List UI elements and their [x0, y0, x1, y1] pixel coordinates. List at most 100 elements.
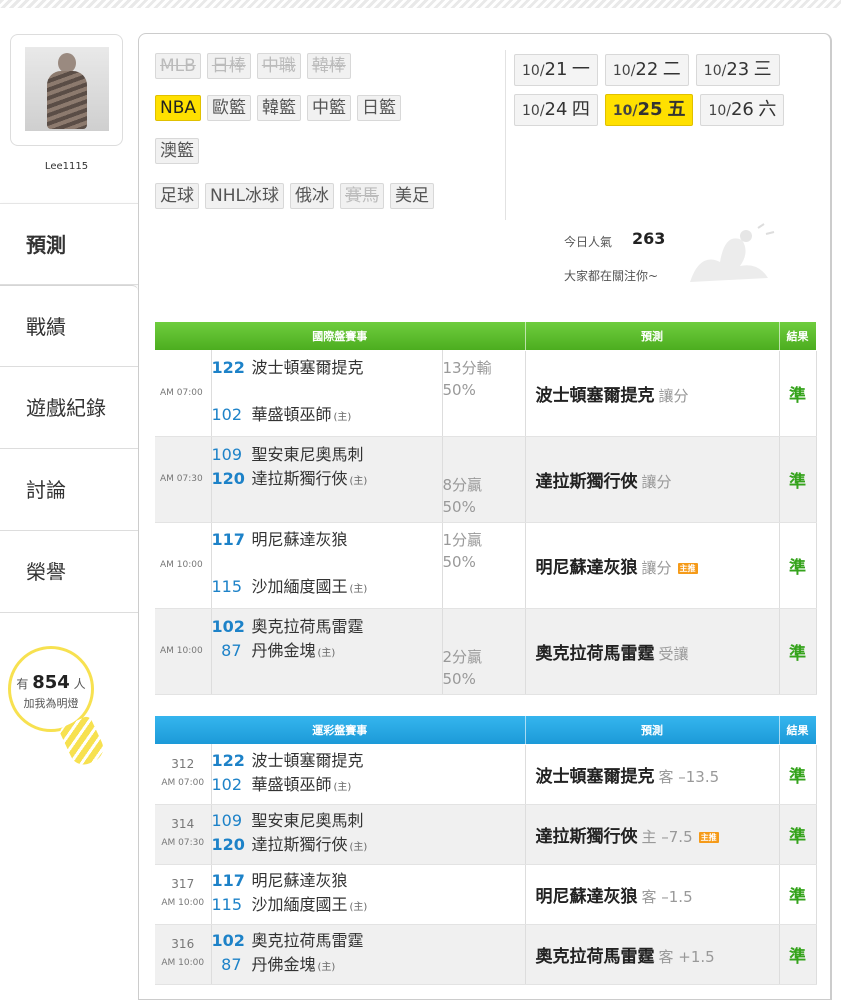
sport-american-football[interactable]: 美足	[389, 183, 434, 209]
sport-horse-racing: 賽馬	[339, 183, 384, 209]
sport-korea-baseball: 韓棒	[306, 53, 351, 79]
table-row[interactable]: AM 10:00 117 明尼蘇達灰狼 115 沙加緬度國王 (主) 1分贏 50% …	[155, 521, 817, 609]
nav-predict[interactable]: 預測	[0, 203, 138, 285]
home-team: 87 丹佛金塊 (主)	[221, 640, 336, 660]
game-number-time: 317 AM 10:00	[155, 863, 212, 925]
sport-nba[interactable]: NBA	[155, 95, 202, 121]
result-mark: 準	[779, 349, 817, 437]
featured-badge: 主推	[677, 562, 698, 574]
home-team: 115 沙加緬度國王 (主)	[211, 577, 368, 596]
sport-mlb: MLB	[155, 53, 201, 79]
prediction: 奧克拉荷馬雷霆 受讓	[525, 607, 780, 695]
away-team: 122 波士頓塞爾提克	[211, 358, 364, 377]
sport-china-basketball[interactable]: 中籃	[307, 95, 352, 121]
game-number-time: 314 AM 07:30	[155, 803, 212, 865]
sport-soccer[interactable]: 足球	[155, 183, 199, 209]
table-row[interactable]: 312 AM 07:00 122 波士頓塞爾提克 102 華盛頓巫師 (主) 波士頓塞爾…	[155, 743, 817, 805]
away-team: 102 奧克拉荷馬雷霆	[211, 930, 364, 950]
nav-game-log[interactable]: 遊戲紀錄	[0, 367, 138, 449]
sport-row-3: 澳籃	[155, 138, 199, 164]
table-row[interactable]: 314 AM 07:30 109 聖安東尼奧馬刺 120 達拉斯獨行俠 (主) 達拉斯獨…	[155, 803, 817, 865]
sport-row-4: 足球 NHL冰球 俄冰 賽馬 美足	[155, 183, 434, 209]
intl-table: 國際盤賽事 預測 結果 AM 07:00 122 波士頓塞爾提克 102 華盛頓巫師…	[155, 322, 817, 695]
featured-badge: 主推	[698, 831, 719, 843]
away-team: 109 聖安東尼奧馬刺	[211, 444, 364, 464]
result-mark: 準	[779, 435, 817, 523]
home-team: 115 沙加緬度國王 (主)	[211, 894, 368, 914]
fan-lightbulb[interactable]: 有 854 人 加我為明燈	[8, 646, 108, 770]
table-row[interactable]: 317 AM 10:00 117 明尼蘇達灰狼 115 沙加緬度國王 (主) 明尼蘇達灰…	[155, 863, 817, 925]
odds-percent: 50%	[442, 552, 476, 571]
table-row[interactable]: AM 07:30 109 聖安東尼奧馬刺 120 達拉斯獨行俠 (主) 8分贏 50%…	[155, 435, 817, 523]
lottery-header-games: 運彩盤賽事	[155, 716, 526, 744]
left-nav: 預測 戰績 遊戲紀錄 討論 榮譽	[0, 203, 138, 613]
sport-korea-basketball[interactable]: 韓籃	[257, 95, 302, 121]
date-1021[interactable]: 10/21 一	[514, 54, 598, 86]
popularity-label: 今日人氣	[564, 235, 613, 249]
prediction: 波士頓塞爾提克 讓分	[525, 349, 780, 437]
popularity-value: 263	[632, 229, 666, 248]
sport-russia-hockey[interactable]: 俄冰	[289, 183, 334, 209]
sport-japan-basketball[interactable]: 日籃	[357, 95, 402, 121]
intl-header-games: 國際盤賽事	[155, 322, 526, 350]
result-mark: 準	[779, 607, 817, 695]
date-row-1: 10/21 一 10/22 二 10/23 三	[514, 54, 780, 86]
date-1026[interactable]: 10/26 六	[700, 94, 785, 126]
fan-count: 854	[32, 672, 70, 693]
game-number-time: 312 AM 07:00	[155, 743, 212, 805]
sport-japan-baseball: 日棒	[206, 53, 251, 79]
away-team: 117 明尼蘇達灰狼	[211, 530, 348, 549]
popularity-subtitle: 大家都在關注你~	[564, 269, 659, 283]
prediction: 達拉斯獨行俠 讓分	[525, 435, 780, 523]
odds-percent: 50%	[442, 497, 476, 516]
date-1025[interactable]: 10/25 五	[604, 94, 694, 126]
date-1022[interactable]: 10/22 二	[604, 54, 689, 86]
prediction: 奧克拉荷馬雷霆客 +1.5	[525, 923, 780, 985]
fan-caption: 加我為明燈	[23, 697, 79, 710]
avatar[interactable]	[25, 47, 109, 131]
intl-header-result: 結果	[779, 322, 817, 350]
date-1023[interactable]: 10/23 三	[695, 54, 780, 86]
date-1024[interactable]: 10/24 四	[514, 94, 598, 126]
popularity-mascot-icon	[690, 223, 775, 282]
sport-australia-basketball[interactable]: 澳籃	[155, 138, 199, 164]
game-time: AM 10:00	[155, 607, 212, 695]
sport-nhl[interactable]: NHL冰球	[205, 183, 284, 209]
odds-result: 8分贏	[442, 475, 483, 494]
fan-count-line: 有 854 人	[16, 672, 86, 693]
sport-cpbl: 中職	[256, 53, 301, 79]
table-row[interactable]: AM 07:00 122 波士頓塞爾提克 102 華盛頓巫師 (主) 13分輸 50%…	[155, 349, 817, 437]
away-team: 102 奧克拉荷馬雷霆	[211, 616, 364, 636]
home-team: 102 華盛頓巫師 (主)	[211, 405, 352, 424]
intl-header-pred: 預測	[525, 322, 780, 350]
home-team: 102 華盛頓巫師 (主)	[211, 774, 352, 794]
sport-row-1: MLB 日棒 中職 韓棒	[155, 53, 351, 79]
odds-percent: 50%	[442, 380, 476, 399]
home-team: 120 達拉斯獨行俠 (主)	[211, 834, 368, 854]
filter-divider	[505, 50, 506, 220]
username[interactable]: Lee1115	[10, 161, 123, 172]
lottery-header-pred: 預測	[525, 716, 780, 744]
avatar-card[interactable]	[10, 34, 123, 146]
prediction: 波士頓塞爾提克客 –13.5	[525, 743, 780, 805]
table-row[interactable]: AM 10:00 102 奧克拉荷馬雷霆 87 丹佛金塊 (主) 2分贏 50% 奧克…	[155, 607, 817, 695]
away-team: 122 波士頓塞爾提克	[211, 750, 364, 770]
result-mark: 準	[779, 923, 817, 985]
lottery-table: 運彩盤賽事 預測 結果 312 AM 07:00 122 波士頓塞爾提克 102 華盛…	[155, 716, 817, 985]
result-mark: 準	[779, 803, 817, 865]
game-time: AM 07:00	[155, 349, 212, 437]
top-border	[0, 0, 841, 8]
odds-result: 1分贏	[442, 530, 483, 549]
result-mark: 準	[779, 521, 817, 609]
game-time: AM 07:30	[155, 435, 212, 523]
lottery-header-result: 結果	[779, 716, 817, 744]
odds-result: 13分輸	[442, 358, 492, 377]
home-team: 120 達拉斯獨行俠 (主)	[211, 468, 368, 488]
nav-discussion[interactable]: 討論	[0, 449, 138, 531]
result-mark: 準	[779, 863, 817, 925]
table-row[interactable]: 316 AM 10:00 102 奧克拉荷馬雷霆 87 丹佛金塊 (主) 奧克拉荷馬雷霆…	[155, 923, 817, 985]
game-time: AM 10:00	[155, 521, 212, 609]
nav-record[interactable]: 戰績	[0, 285, 138, 367]
sport-euro-basketball[interactable]: 歐籃	[207, 95, 252, 121]
nav-honors[interactable]: 榮譽	[0, 531, 138, 613]
